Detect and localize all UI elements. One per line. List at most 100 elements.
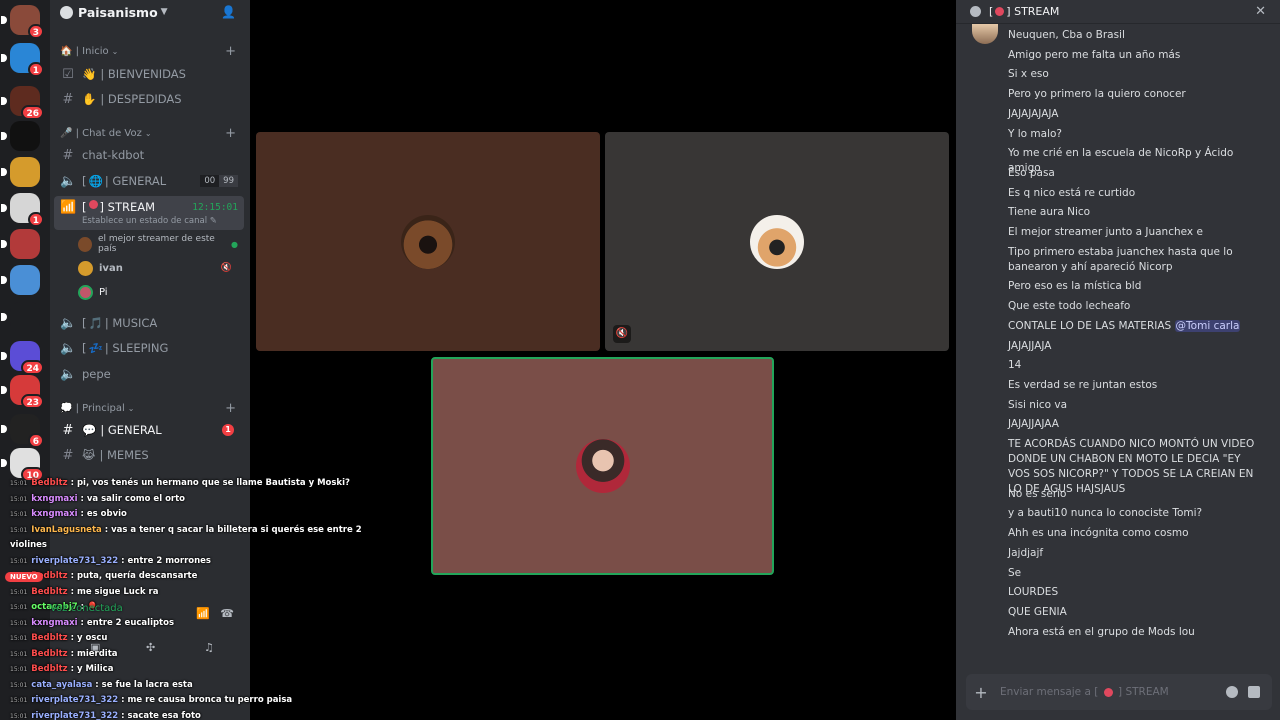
chat-message[interactable]: Tiene aura Nico bbox=[1008, 205, 1258, 220]
voice-channel-general[interactable]: 🔈 [ 🌐 | GENERAL 00 99 bbox=[54, 170, 244, 192]
rules-icon: ☑ bbox=[62, 66, 74, 82]
message-composer[interactable]: + Enviar mensaje a [ ] STREAM bbox=[966, 674, 1272, 710]
avatar bbox=[78, 236, 93, 252]
message-text: No es serio bbox=[1008, 487, 1067, 500]
chat-message[interactable]: Jajdjajf bbox=[1008, 546, 1258, 561]
overlay-username: riverplate731_322 bbox=[31, 555, 119, 566]
overlay-timestamp: 15:01 bbox=[10, 712, 28, 720]
chat-message[interactable]: Es verdad se re juntan estos bbox=[1008, 378, 1258, 393]
channel-label: | DESPEDIDAS bbox=[100, 92, 182, 106]
chat-message[interactable]: Sisi nico va bbox=[1008, 398, 1258, 413]
chat-message[interactable]: El mejor streamer junto a Juanchex e bbox=[1008, 225, 1258, 240]
voice-channel-pepe[interactable]: 🔈 pepe bbox=[54, 363, 244, 385]
server-icon[interactable] bbox=[1, 265, 40, 295]
video-tile-pi[interactable] bbox=[431, 357, 774, 575]
video-tile-dog[interactable] bbox=[256, 132, 600, 351]
channel-memes[interactable]: # 😹 | MEMES bbox=[54, 444, 244, 466]
voice-channel-musica[interactable]: 🔈 [ 🎵 | MUSICA bbox=[54, 312, 244, 334]
server-icon[interactable] bbox=[1, 157, 40, 187]
add-channel-icon[interactable]: + bbox=[225, 44, 236, 59]
voice-channel-sleeping[interactable]: 🔈 [ 💤 | SLEEPING bbox=[54, 337, 244, 359]
category-inicio[interactable]: 🏠 | Inicio ⌄ + bbox=[60, 44, 240, 59]
server-icon[interactable] bbox=[1, 121, 40, 151]
server-icon[interactable]: 23 bbox=[1, 375, 44, 409]
overlay-username: kxngmaxi bbox=[31, 509, 78, 519]
server-icon[interactable] bbox=[1, 302, 40, 332]
user-mention[interactable]: @Tomi carla bbox=[1174, 319, 1241, 332]
chat-message[interactable]: JAJAJJAJAA bbox=[1008, 417, 1258, 432]
overlay-message: mierdita bbox=[76, 648, 118, 659]
chat-message[interactable]: Y lo malo? bbox=[1008, 127, 1258, 142]
server-header[interactable]: Paisanismo ▼ 👤 bbox=[50, 0, 250, 24]
chat-message[interactable]: No es serio bbox=[1008, 487, 1258, 502]
message-text: Jajdjajf bbox=[1008, 546, 1044, 559]
video-tile-selfie[interactable]: 🔇 bbox=[605, 132, 949, 351]
chat-message[interactable]: QUE GENIA bbox=[1008, 605, 1258, 620]
overlay-timestamp: 15:01 bbox=[10, 526, 28, 534]
chat-message[interactable]: Ahora está en el grupo de Mods lou bbox=[1008, 625, 1258, 640]
avatar bbox=[78, 260, 93, 276]
chat-message[interactable]: Es q nico está re curtido bbox=[1008, 186, 1258, 201]
chat-message[interactable]: Se bbox=[1008, 566, 1258, 581]
chat-message[interactable]: Que este todo lecheafo bbox=[1008, 299, 1258, 314]
emoji-icon[interactable] bbox=[1226, 686, 1238, 698]
mention-badge: 1 bbox=[27, 212, 44, 227]
server-icon[interactable]: 1 bbox=[1, 193, 44, 227]
category-label: 🎤 | Chat de Voz bbox=[60, 128, 142, 139]
category-principal[interactable]: 💭 | Principal ⌄ + bbox=[60, 401, 240, 416]
channel-despedidas[interactable]: # ✋ | DESPEDIDAS bbox=[54, 88, 244, 110]
message-text: y a bauti10 nunca lo conociste Tomi? bbox=[1008, 507, 1203, 520]
mention-badge: 1 bbox=[222, 424, 234, 436]
chat-message[interactable]: y a bauti10 nunca lo conociste Tomi? bbox=[1008, 506, 1258, 521]
invite-icon[interactable]: 👤 bbox=[221, 5, 236, 19]
chat-message[interactable]: Si x eso bbox=[1008, 67, 1258, 82]
gif-icon[interactable] bbox=[1248, 686, 1260, 698]
server-icon[interactable]: 24 bbox=[1, 341, 44, 375]
channel-status-prompt[interactable]: Establece un estado de canal ✎ bbox=[82, 216, 217, 226]
server-icon[interactable]: 1 bbox=[1, 43, 44, 77]
unread-indicator bbox=[1, 352, 7, 360]
message-list: Neuquen, Cba o Brasil Amigo pero me falta… bbox=[956, 24, 1280, 668]
server-icon[interactable]: 3 bbox=[1, 5, 44, 39]
chat-message[interactable]: JAJAJJAJA bbox=[1008, 339, 1258, 354]
voice-user[interactable]: el mejor streamer de este país ● bbox=[78, 233, 238, 255]
chat-message[interactable]: 14 bbox=[1008, 358, 1258, 373]
placeholder-suffix: ] STREAM bbox=[1118, 686, 1169, 698]
channel-chat-kdbot[interactable]: # chat-kdbot bbox=[54, 144, 244, 166]
overlay-timestamp: 15:01 bbox=[10, 495, 28, 503]
add-channel-icon[interactable]: + bbox=[225, 401, 236, 416]
voice-channel-stream[interactable]: 📶 [ ] STREAM 12:15:01 Establece un estad… bbox=[54, 196, 244, 230]
avatar bbox=[972, 24, 998, 44]
chat-message[interactable]: JAJAJAJAJA bbox=[1008, 107, 1258, 122]
add-channel-icon[interactable]: + bbox=[225, 126, 236, 141]
message-text: 14 bbox=[1008, 359, 1022, 372]
server-icon[interactable]: 26 bbox=[1, 86, 44, 120]
chat-message[interactable]: Pero yo primero la quiero conocer bbox=[1008, 87, 1258, 102]
chat-message[interactable]: Amigo pero me falta un año más bbox=[1008, 48, 1258, 63]
channel-prefix: [ bbox=[82, 316, 87, 330]
video-stage: 🔇 bbox=[250, 0, 956, 720]
close-icon[interactable]: ✕ bbox=[1255, 4, 1266, 19]
chat-message[interactable]: Eso pasa bbox=[1008, 166, 1258, 181]
chat-message[interactable]: Neuquen, Cba o Brasil bbox=[1008, 28, 1258, 43]
overlay-separator: : bbox=[67, 571, 77, 581]
chat-message[interactable]: Tipo primero estaba juanchex hasta que l… bbox=[1008, 245, 1258, 275]
voice-user[interactable]: Pi bbox=[78, 281, 238, 303]
channel-bienvenidas[interactable]: ☑ 👋 | BIENVENIDAS bbox=[54, 63, 244, 85]
chevron-down-icon: ▼ bbox=[160, 7, 168, 17]
server-icon[interactable] bbox=[1, 229, 40, 259]
chat-message[interactable]: LOURDES bbox=[1008, 585, 1258, 600]
mention-badge: 26 bbox=[21, 105, 44, 120]
chat-message[interactable]: CONTALE LO DE LAS MATERIAS @Tomi carla bbox=[1008, 319, 1258, 334]
avatar bbox=[78, 284, 93, 300]
server-icon[interactable]: 6 bbox=[1, 414, 44, 448]
overlay-separator: : bbox=[67, 648, 77, 659]
voice-user[interactable]: ivan 🔇 bbox=[78, 257, 238, 279]
category-voz[interactable]: 🎤 | Chat de Voz ⌄ + bbox=[60, 126, 240, 141]
chat-message[interactable]: Ahh es una incógnita como cosmo bbox=[1008, 526, 1258, 541]
cat-emoji: 😹 bbox=[82, 448, 96, 462]
chat-message[interactable]: Pero eso es la mística bld bbox=[1008, 279, 1258, 294]
channel-general-text[interactable]: # 💬 | GENERAL 1 bbox=[54, 419, 244, 441]
add-attachment-icon[interactable]: + bbox=[966, 683, 996, 702]
overlay-username: riverplate731_322 bbox=[31, 710, 119, 720]
